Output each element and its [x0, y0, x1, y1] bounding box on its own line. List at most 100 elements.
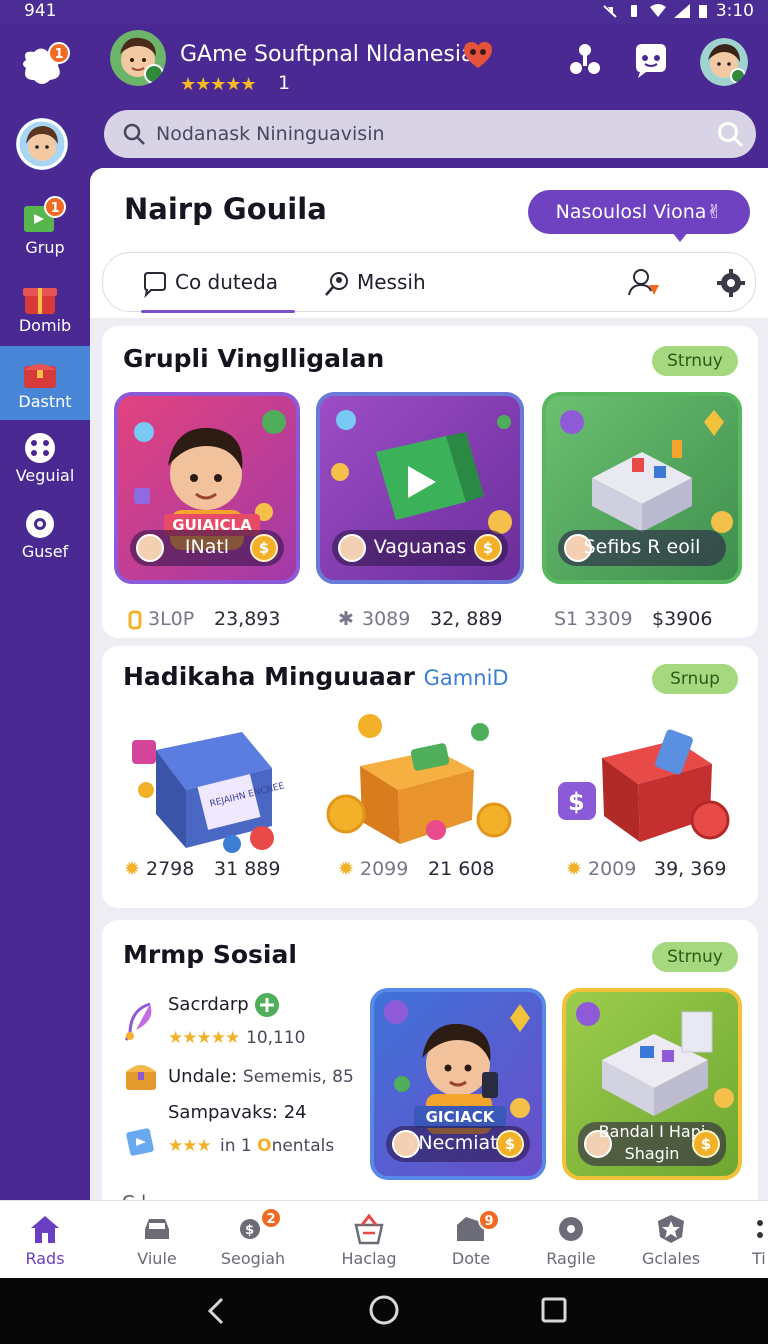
- search-bar[interactable]: [104, 110, 756, 158]
- bottom-nav: Rads Viule $ 2 Seogiah Haclag 9 Dote Rag…: [0, 1200, 768, 1278]
- nav-label: Rads: [25, 1249, 65, 1268]
- rating-count: 1: [278, 72, 291, 94]
- social-row-label[interactable]: Sacrdarp: [168, 994, 249, 1015]
- sidebar-avatar[interactable]: [16, 118, 68, 170]
- treasure-chest-icon: [126, 1065, 156, 1090]
- gift-box-gold-illustration[interactable]: [316, 710, 512, 856]
- nav-label: Viule: [137, 1249, 177, 1268]
- people-icon[interactable]: [564, 40, 606, 82]
- chat-bubble-icon[interactable]: [630, 40, 672, 82]
- nav-dote[interactable]: 9 Dote: [426, 1201, 516, 1279]
- social-row-sub: 10,110: [246, 1028, 306, 1048]
- reward-stat-a: 2009: [588, 858, 637, 880]
- sidebar-item-dastnt[interactable]: Dastnt: [0, 346, 90, 420]
- reward-stat-b: 21 608: [428, 858, 495, 880]
- tab-messih[interactable]: Messih: [323, 253, 426, 311]
- user-alert-icon[interactable]: [627, 267, 661, 299]
- tile-footer: INatl $: [130, 530, 284, 566]
- tile-footer: Bandal I Hapi Shagin $: [578, 1122, 726, 1166]
- nav-viule[interactable]: Viule: [112, 1201, 202, 1279]
- chest-icon: [24, 364, 56, 388]
- social-row-value: Sememis, 85: [242, 1067, 354, 1087]
- nav-ragile[interactable]: Ragile: [526, 1201, 616, 1279]
- sidebar-item-label: Dastnt: [18, 392, 72, 411]
- heart-icon: [464, 42, 492, 68]
- sidebar-item-veguial[interactable]: Veguial: [0, 420, 90, 494]
- nav-haclag[interactable]: Haclag: [324, 1201, 414, 1279]
- group-tile[interactable]: GUIAICLA INatl $: [114, 392, 300, 584]
- section-title: Hadikaha Minguuaar GamniD: [123, 662, 509, 691]
- main-panel: Nairp Gouila Nasoulosl Viona✌ Co duteda …: [90, 168, 768, 1200]
- profile-name[interactable]: GAme Souftpnal Nldanesia: [180, 42, 474, 67]
- group-tile[interactable]: Sefibs R eoil $: [542, 392, 742, 584]
- gift-box-blue-illustration[interactable]: REJAIHN ENCNEE: [122, 710, 302, 856]
- nav-badge: 2: [260, 1207, 282, 1229]
- nav-label: Dote: [451, 1249, 491, 1268]
- system-nav-bar: [0, 1278, 768, 1344]
- reward-stat-a: 2798: [146, 858, 195, 880]
- tab-label: Messih: [357, 270, 426, 294]
- section-title-accent: GamniD: [423, 666, 509, 690]
- sidebar: 1 Grup Domib Dastnt Veguial Gusef: [0, 104, 90, 1200]
- star-coin-icon: ✹: [338, 858, 354, 880]
- more-icon: [757, 1220, 763, 1238]
- tile-footer: Vaguanas $: [332, 530, 508, 566]
- promo-button[interactable]: Nasoulosl Viona✌: [528, 190, 750, 242]
- gear-icon[interactable]: [715, 267, 747, 299]
- status-clock: 3:10: [715, 1, 754, 21]
- recents-icon[interactable]: [540, 1296, 568, 1324]
- sidebar-item-gusef[interactable]: Gusef: [0, 496, 90, 570]
- group-stat-a: 3089: [362, 608, 411, 630]
- tile-footer: Sefibs R eoil $: [558, 530, 726, 566]
- coin-stat-icon: [128, 610, 142, 630]
- panel-header: Nairp Gouila Nasoulosl Viona✌ Co duteda …: [90, 168, 768, 318]
- nav-more[interactable]: Ti: [742, 1201, 768, 1279]
- section-pill[interactable]: Srnup: [652, 664, 738, 694]
- card-stack-icon: [126, 1128, 154, 1156]
- coin-icon: $: [474, 534, 502, 562]
- car-icon: [145, 1219, 169, 1239]
- star-shield-icon: [658, 1215, 684, 1243]
- section-title: Mrmp Sosial: [123, 940, 297, 969]
- search-icon: [123, 123, 145, 145]
- search-submit-icon[interactable]: [716, 120, 744, 148]
- sidebar-item-domib[interactable]: Domib: [0, 270, 90, 344]
- rewards-card: Hadikaha Minguuaar GamniD Srnup REJAIHN …: [102, 646, 758, 908]
- social-row-label[interactable]: Sampavaks: 24: [168, 1102, 307, 1123]
- nav-label: Ti: [752, 1249, 766, 1268]
- social-tile[interactable]: Bandal I Hapi Shagin $: [562, 988, 742, 1180]
- gift-box-red-illustration[interactable]: $: [552, 710, 742, 856]
- star-coin-icon: ✹: [566, 858, 582, 880]
- back-icon[interactable]: [204, 1296, 228, 1326]
- social-tile[interactable]: GICIACK Necmiat $: [370, 988, 546, 1180]
- social-row: Undale: Sememis, 85: [168, 1066, 354, 1087]
- svg-text:$: $: [245, 1223, 254, 1238]
- rating-stars: ★★★★★: [180, 74, 257, 95]
- nav-label: Ragile: [546, 1249, 596, 1268]
- tab-bar: Co duteda Messih: [102, 252, 756, 313]
- group-tile[interactable]: Vaguanas $: [316, 392, 524, 584]
- section-title: Grupli Vinglligalan: [123, 344, 385, 373]
- section-pill[interactable]: Strnuy: [652, 942, 738, 972]
- gift-box-icon: [23, 288, 57, 314]
- nav-rads[interactable]: Rads: [0, 1201, 90, 1279]
- reward-stat-b: 39, 369: [654, 858, 727, 880]
- plus-circle-icon[interactable]: [254, 992, 280, 1018]
- section-pill[interactable]: Strnuy: [652, 346, 738, 376]
- nav-seogiah[interactable]: $ 2 Seogiah: [208, 1201, 298, 1279]
- social-sub-c: nentals: [271, 1136, 335, 1156]
- battery-icon: [698, 5, 707, 18]
- sidebar-item-label: Grup: [25, 238, 65, 257]
- search-input[interactable]: [156, 118, 696, 150]
- social-sub-b: O: [257, 1136, 272, 1156]
- flower-gear-icon: [559, 1217, 583, 1241]
- profile-avatar[interactable]: [110, 30, 166, 86]
- tab-co-duteda[interactable]: Co duteda: [141, 253, 295, 313]
- sidebar-item-grup[interactable]: 1 Grup: [0, 192, 90, 266]
- nav-gclales[interactable]: Gclales: [626, 1201, 716, 1279]
- group-stat-b: 23,893: [214, 608, 281, 630]
- social-row-stars: ★★★★★: [168, 1028, 240, 1048]
- home-circle-icon[interactable]: [368, 1294, 400, 1326]
- tile-footer: Necmiat $: [386, 1126, 530, 1162]
- user-avatar[interactable]: [700, 38, 748, 86]
